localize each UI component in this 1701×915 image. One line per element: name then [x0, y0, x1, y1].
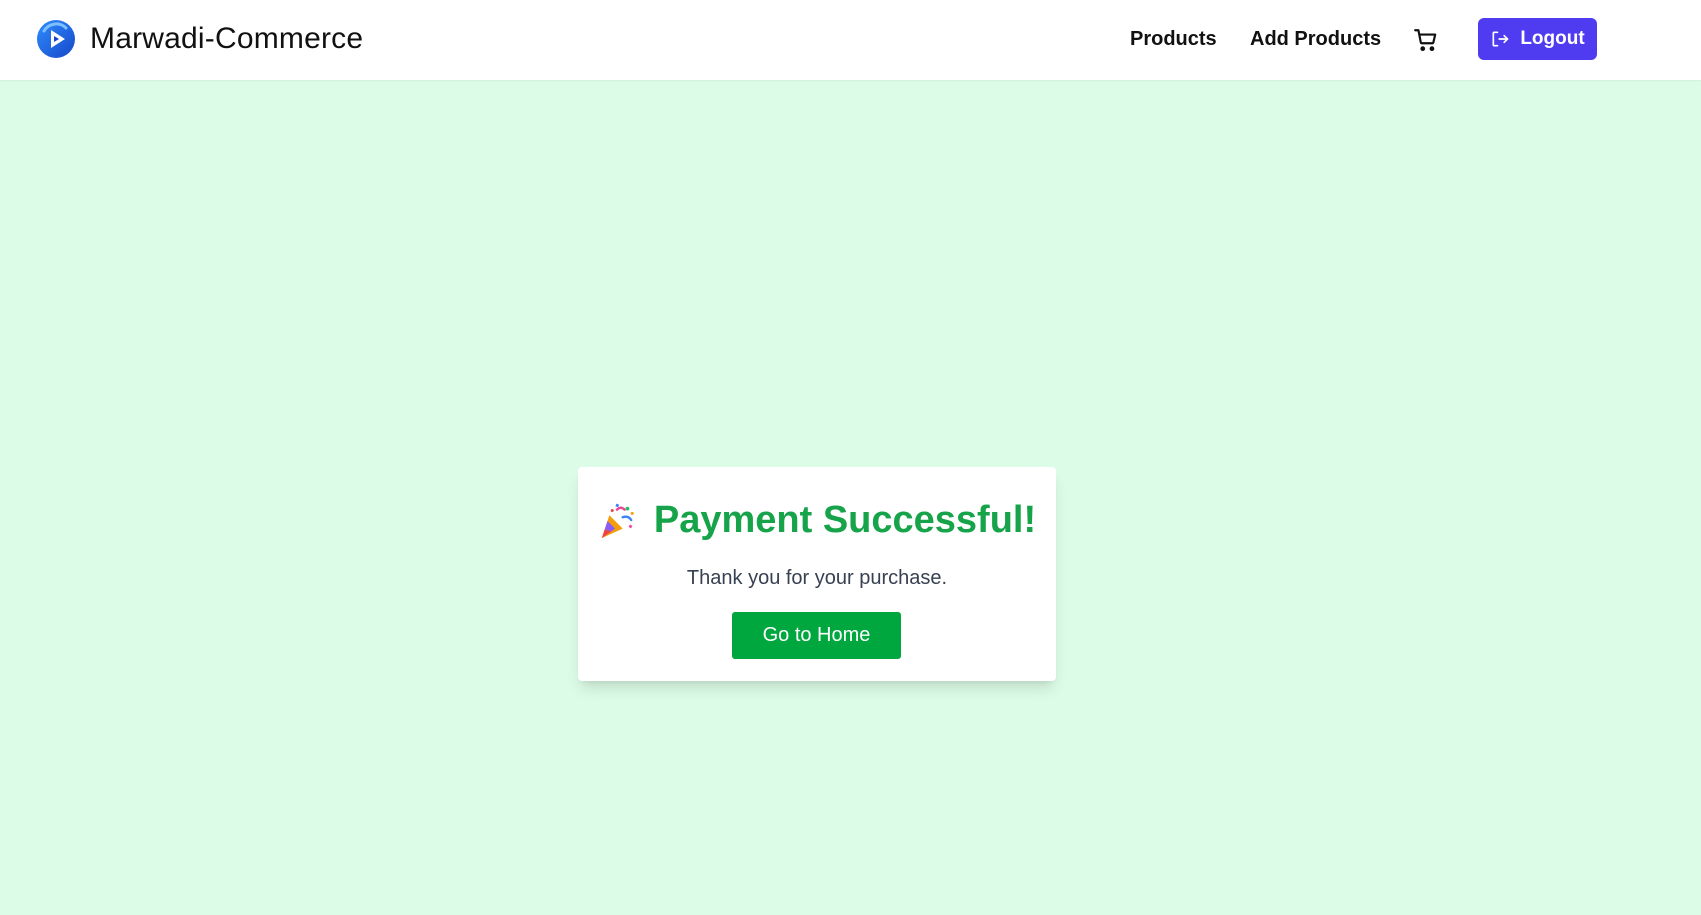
brand[interactable]: Marwadi-Commerce: [36, 19, 363, 59]
card-title: Payment Successful!: [653, 499, 1037, 541]
play-circle-logo-icon: [37, 20, 75, 58]
card-message: Thank you for your purchase.: [686, 567, 948, 589]
card-title-row: Payment Successful!: [578, 499, 1056, 542]
logout-button[interactable]: Logout: [1478, 18, 1597, 60]
party-popper-icon: [601, 503, 634, 538]
shopping-cart-icon[interactable]: [1413, 27, 1439, 53]
payment-success-card: Payment Successful! Thank you for your p…: [578, 467, 1056, 681]
logout-label: Logout: [1520, 28, 1585, 49]
nav-link-add-products[interactable]: Add Products: [1250, 28, 1381, 51]
go-to-home-button[interactable]: Go to Home: [732, 612, 901, 659]
nav-link-products[interactable]: Products: [1130, 28, 1217, 51]
logout-arrow-icon: [1492, 31, 1509, 47]
navbar: Marwadi-Commerce Products Add Products L…: [0, 0, 1701, 80]
brand-name: Marwadi-Commerce: [90, 22, 364, 55]
